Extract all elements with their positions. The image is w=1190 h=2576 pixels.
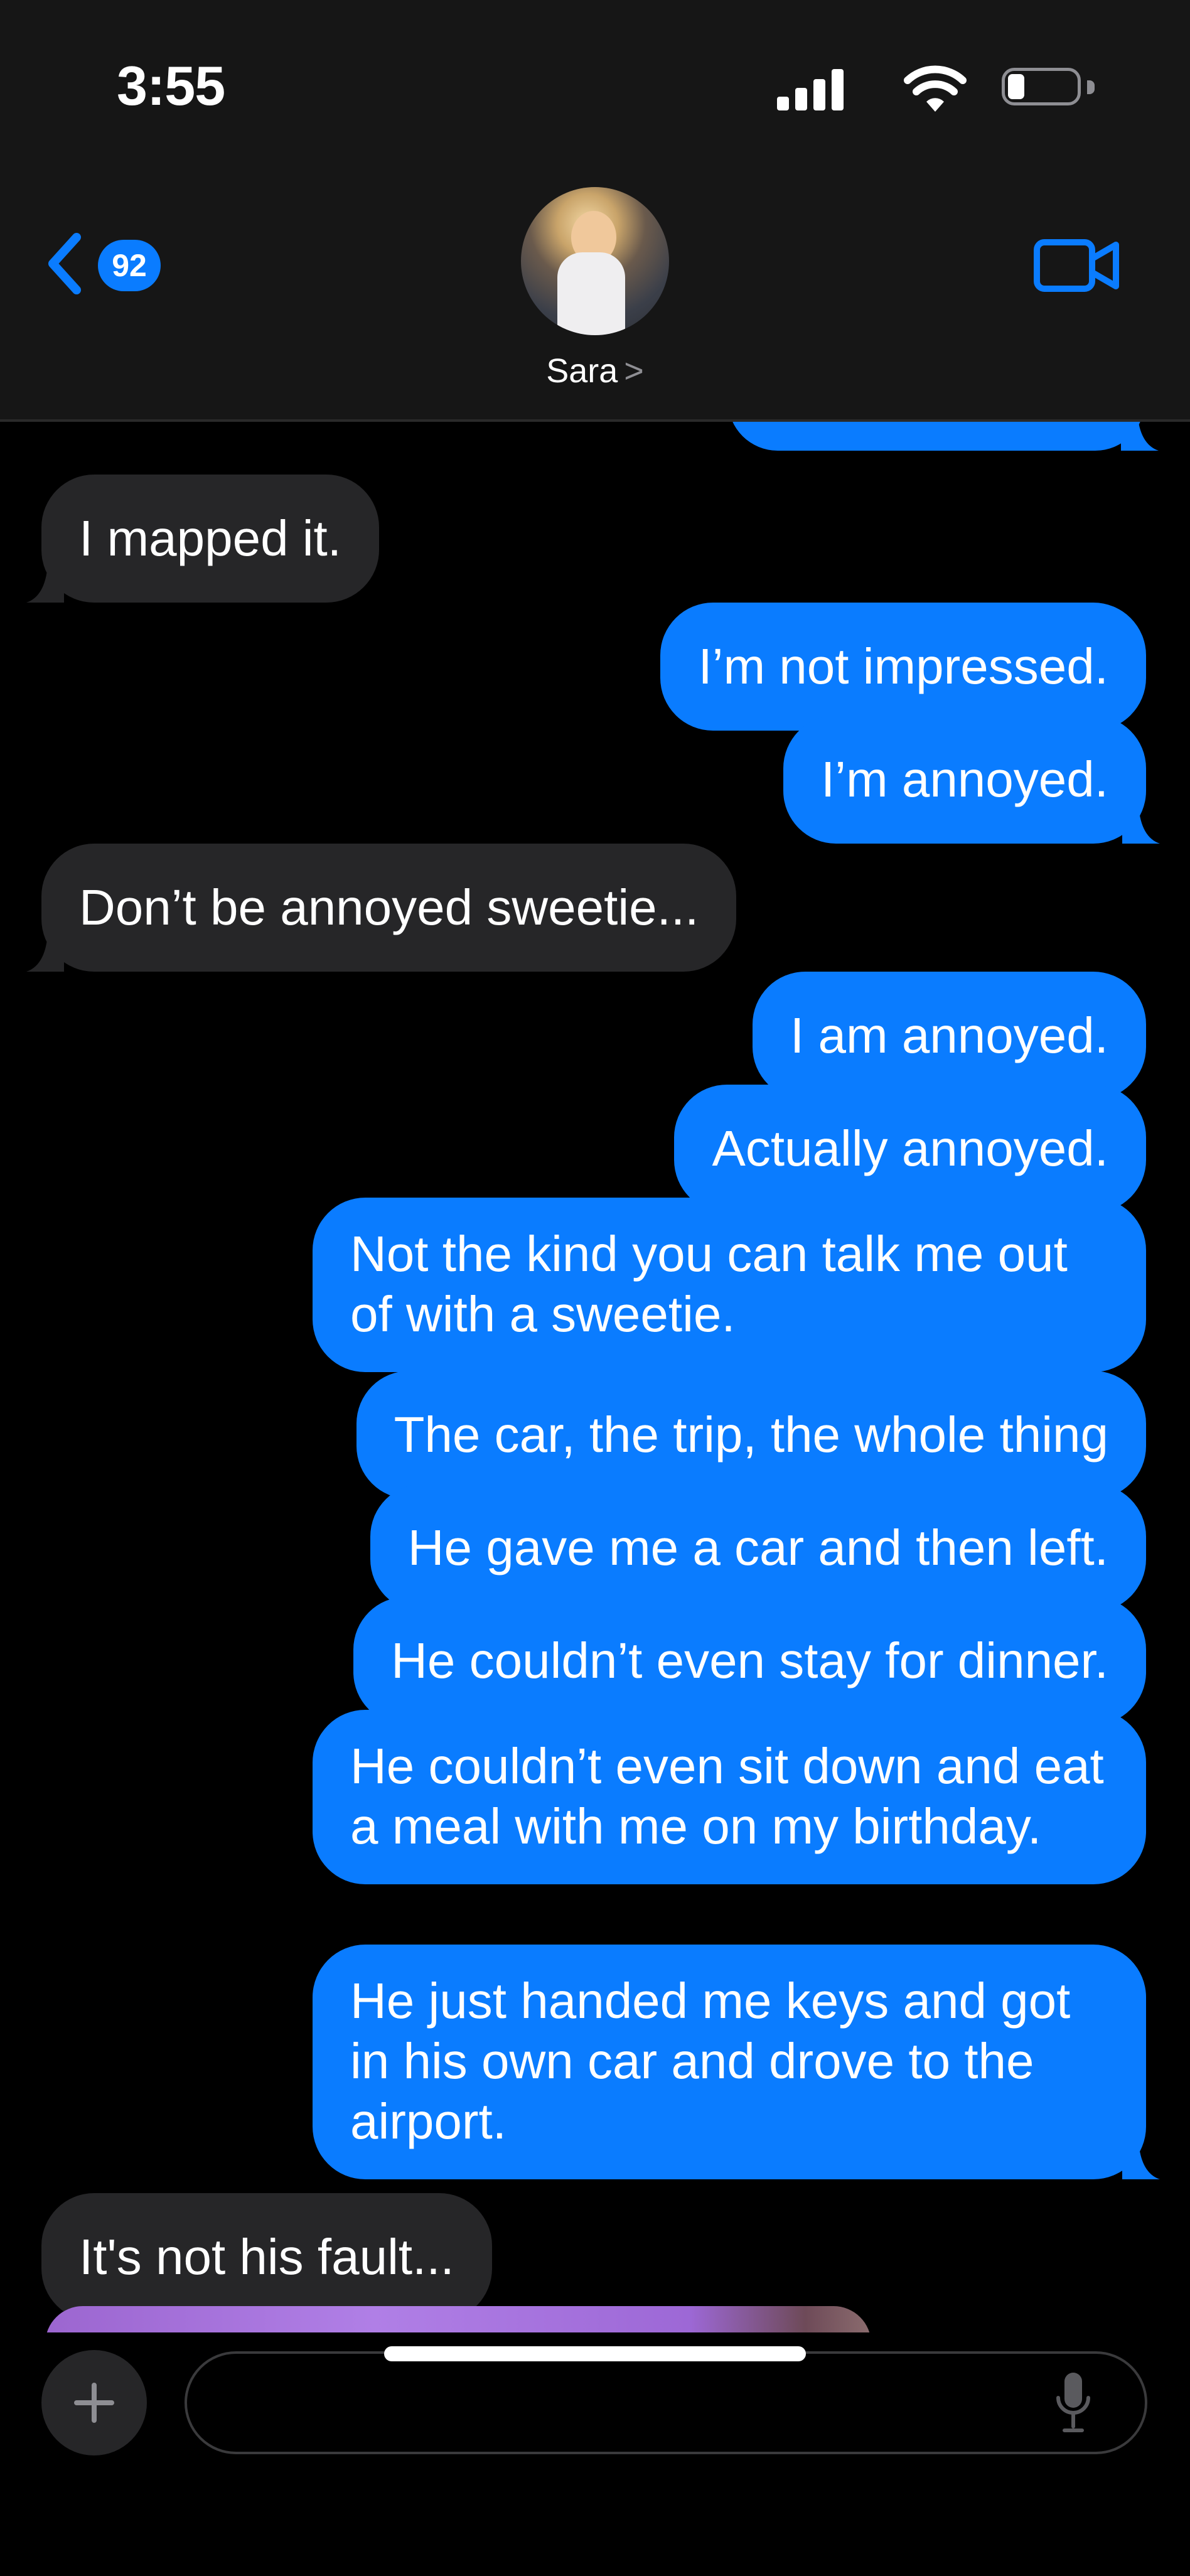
cellular-signal-icon [777, 69, 845, 110]
contact-name[interactable]: Sara > [0, 352, 1190, 390]
message-text: The car, the trip, the whole thing [394, 1407, 1108, 1462]
message-bubble-outgoing[interactable]: He just handed me keys and got in his ow… [313, 1945, 1160, 2179]
status-icons [768, 63, 1095, 113]
home-indicator[interactable] [384, 2346, 806, 2361]
message-bubble-outgoing[interactable]: He couldn’t even stay for dinner. [353, 1597, 1146, 1725]
message-bubble-outgoing[interactable]: He gave me a car and then left. [370, 1484, 1146, 1612]
message-text: He couldn’t even sit down and eat a meal… [350, 1738, 1104, 1854]
video-call-icon[interactable] [1033, 233, 1121, 296]
unread-count-badge: 92 [98, 240, 161, 291]
status-time: 3:55 [117, 55, 225, 117]
message-text: It's not his fault... [79, 2229, 454, 2285]
back-chevron-icon [48, 233, 81, 294]
message-text: Actually annoyed. [712, 1120, 1108, 1176]
microphone-icon[interactable] [1054, 2370, 1092, 2435]
contact-name-label: Sara [546, 352, 618, 390]
message-bubble-incoming[interactable]: Don’t be annoyed sweetie... [26, 844, 737, 972]
message-text: I mapped it. [79, 510, 342, 566]
contact-chevron-icon: > [624, 352, 644, 390]
message-bubble-outgoing[interactable]: I’m not impressed. [660, 603, 1146, 731]
message-text: He couldn’t even stay for dinner. [391, 1633, 1108, 1688]
conversation-header: 3:55 92 Sara > [0, 0, 1190, 422]
message-bubble-outgoing[interactable]: I am annoyed. [753, 972, 1146, 1100]
message-bubble-outgoing[interactable]: Actually annoyed. [674, 1085, 1146, 1213]
message-bubble-outgoing[interactable]: Not the kind you can talk me out of with… [313, 1198, 1146, 1372]
battery-icon [1002, 68, 1095, 108]
add-attachment-button[interactable] [41, 2350, 147, 2455]
message-text: I’m annoyed. [820, 751, 1108, 807]
plus-icon [74, 2383, 114, 2423]
message-bubble-outgoing[interactable]: The car, the trip, the whole thing [356, 1371, 1146, 1499]
compose-bar [0, 2332, 1190, 2576]
message-bubble-outgoing[interactable]: I’m annoyed. [783, 716, 1160, 844]
message-bubble-incoming[interactable]: It's not his fault... [41, 2193, 492, 2321]
message-input[interactable] [185, 2351, 1147, 2454]
message-bubble-outgoing[interactable]: He couldn’t even sit down and eat a meal… [313, 1710, 1146, 1884]
message-text: Not the kind you can talk me out of with… [350, 1226, 1068, 1342]
message-text: Don’t be annoyed sweetie... [79, 879, 699, 935]
wifi-icon [904, 65, 967, 112]
back-button[interactable]: 92 [44, 226, 176, 295]
contact-avatar[interactable] [521, 187, 669, 335]
message-bubble-incoming[interactable]: I mapped it. [26, 475, 380, 603]
message-text: I am annoyed. [790, 1007, 1108, 1063]
message-text: He just handed me keys and got in his ow… [350, 1973, 1071, 2149]
message-text: I’m not impressed. [698, 638, 1108, 694]
message-text: He gave me a car and then left. [407, 1520, 1108, 1575]
